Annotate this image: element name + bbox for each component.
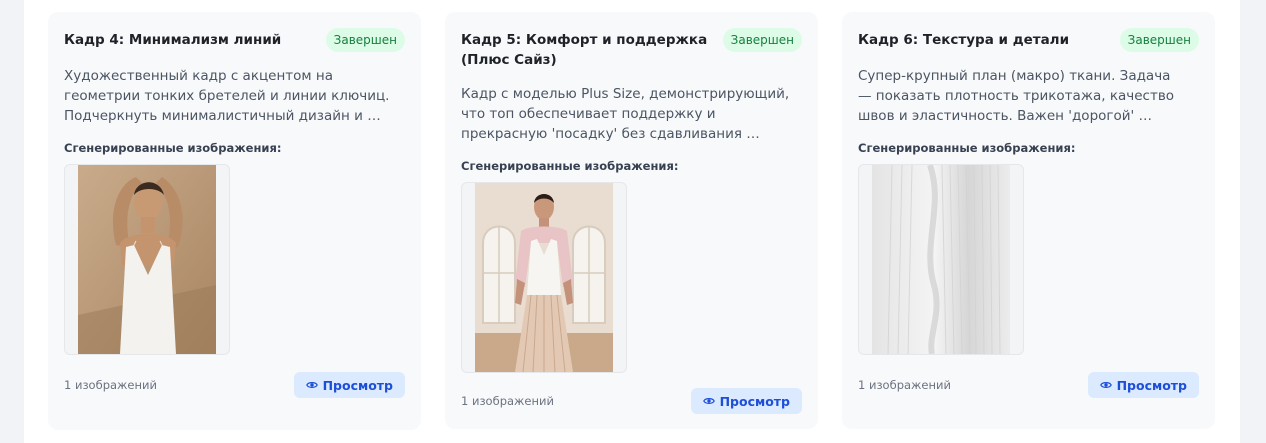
card-description: Кадр с моделью Plus Size, демонстрирующи… — [461, 86, 790, 142]
card-footer: 1 изображений Просмотр — [64, 372, 405, 398]
card-header: Кадр 4: Минимализм линий Завершен — [64, 28, 405, 52]
card-header: Кадр 6: Текстура и детали Завершен — [858, 28, 1199, 52]
image-count: 1 изображений — [64, 378, 157, 392]
shot-card-6: Кадр 6: Текстура и детали Завершен Супер… — [842, 12, 1215, 429]
shot-card-4: Кадр 4: Минимализм линий Завершен Художе… — [48, 12, 421, 430]
card-footer: 1 изображений Просмотр — [858, 372, 1199, 398]
image-count: 1 изображений — [461, 394, 554, 408]
view-button[interactable]: Просмотр — [690, 388, 802, 414]
view-button-label: Просмотр — [1116, 377, 1187, 393]
generated-images-label: Сгенерированные изображения: — [461, 159, 679, 173]
view-button[interactable]: Просмотр — [293, 372, 405, 398]
card-description: Супер-крупный план (макро) ткани. Задача… — [858, 68, 1175, 124]
card-title: Кадр 6: Текстура и детали — [858, 32, 1070, 48]
model-photo-image — [78, 165, 216, 354]
card-title: Кадр 4: Минимализм линий — [64, 32, 282, 48]
generated-images-label: Сгенерированные изображения: — [64, 141, 282, 155]
card-title: Кадр 5: Комфорт и поддержка (Плюс Сайз) — [461, 32, 708, 68]
generated-images-label: Сгенерированные изображения: — [858, 141, 1076, 155]
status-badge: Завершен — [325, 28, 405, 52]
model-photo-image — [475, 183, 613, 372]
generated-image-thumbnail[interactable] — [64, 164, 230, 355]
generated-image-thumbnail[interactable] — [461, 182, 627, 373]
view-button-label: Просмотр — [322, 377, 393, 393]
shot-card-5: Кадр 5: Комфорт и поддержка (Плюс Сайз) … — [445, 12, 818, 429]
eye-icon — [702, 398, 715, 404]
card-footer: 1 изображений Просмотр — [461, 388, 802, 414]
fabric-macro-image — [872, 165, 1010, 354]
view-button-label: Просмотр — [719, 393, 790, 409]
generated-image-thumbnail[interactable] — [858, 164, 1024, 355]
eye-icon — [305, 382, 318, 388]
image-count: 1 изображений — [858, 378, 951, 392]
status-badge: Завершен — [722, 28, 802, 52]
view-button[interactable]: Просмотр — [1087, 372, 1199, 398]
eye-icon — [1099, 382, 1112, 388]
card-description: Художественный кадр с акцентом на геомет… — [64, 68, 390, 124]
status-badge: Завершен — [1119, 28, 1199, 52]
card-header: Кадр 5: Комфорт и поддержка (Плюс Сайз) … — [461, 28, 802, 70]
